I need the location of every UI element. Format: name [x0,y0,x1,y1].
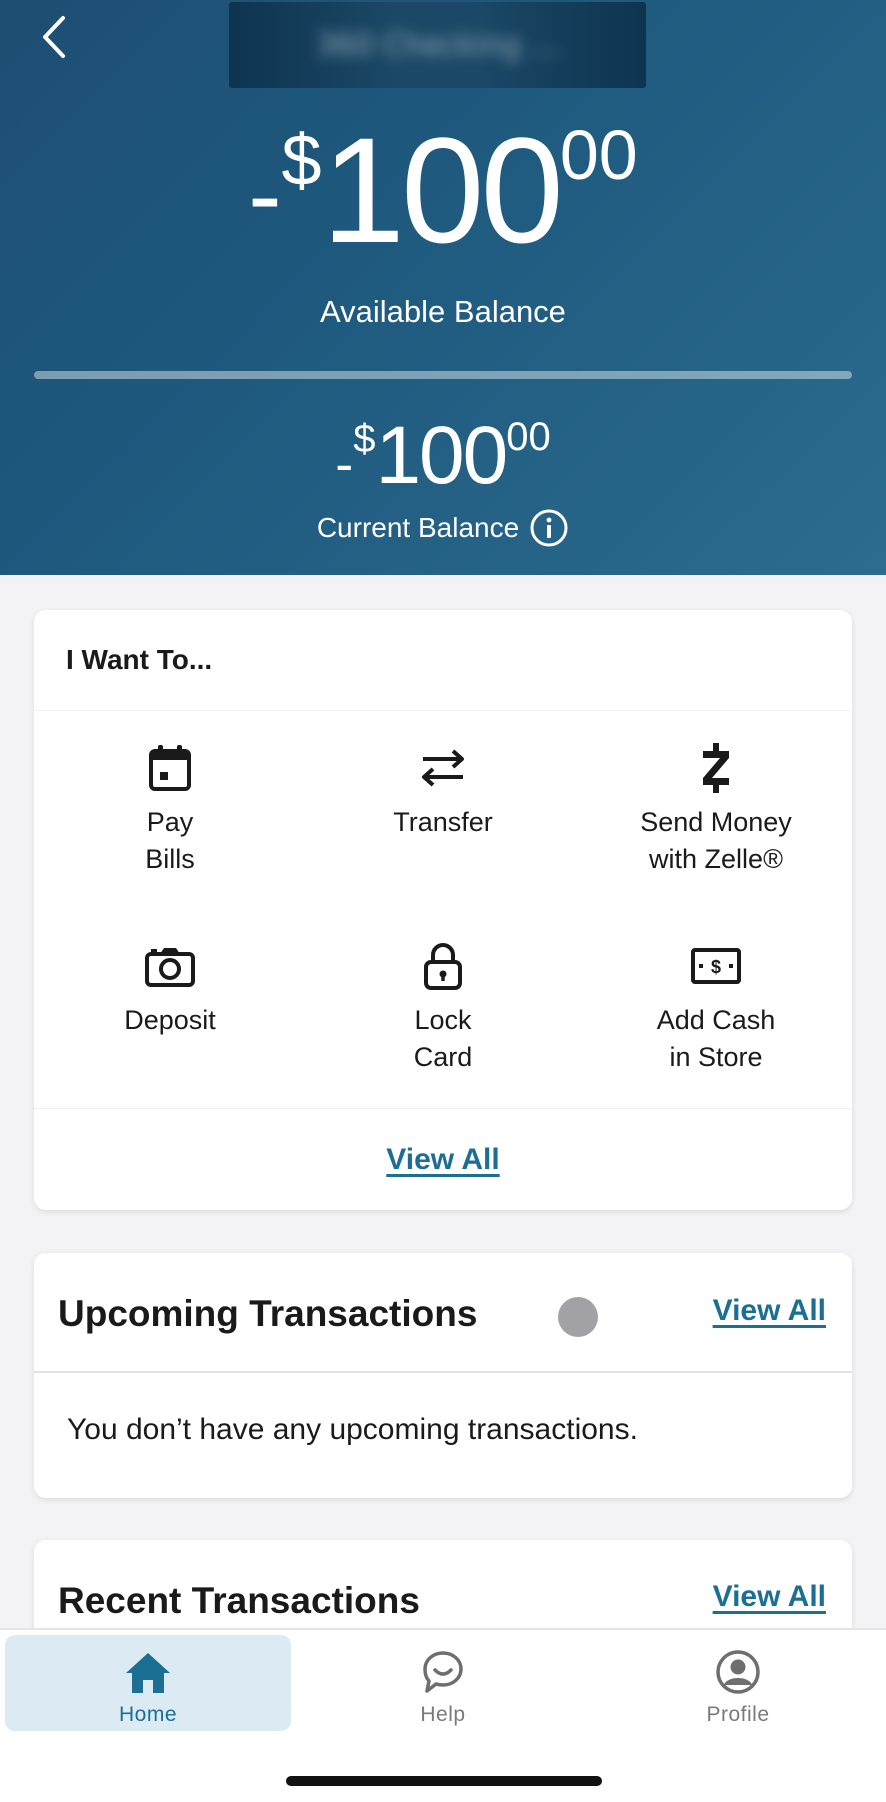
pay-bills-label: Pay Bills [145,807,195,874]
current-balance-row: Current Balance [0,508,886,548]
account-name: 360 Checking ... [315,27,560,63]
tab-home[interactable]: Home [5,1635,291,1731]
transfer-label: Transfer [393,807,493,837]
send-money-zelle-action[interactable]: Send Money with Zelle® [580,740,852,878]
i-want-to-card: I Want To... Pay Bills Transfer Send Mon… [34,610,852,1210]
camera-icon [145,948,195,987]
loading-indicator [558,1297,598,1337]
account-title-redacted: 360 Checking ... [229,2,646,88]
available-balance-label: Available Balance [320,294,566,329]
balance-header: 360 Checking ... -$10000 Available Balan… [0,0,886,575]
divider [34,1108,852,1109]
available-balance-amount: -$10000 [248,106,638,274]
view-all-recent-link[interactable]: View All [713,1580,826,1614]
upcoming-empty-message: You don’t have any upcoming transactions… [67,1413,638,1446]
info-icon[interactable] [529,508,569,548]
tab-profile-label: Profile [706,1703,770,1726]
profile-icon [716,1650,760,1694]
lock-card-label: Lock Card [413,1005,473,1072]
current-balance-amount: -$10000 [335,410,551,501]
tab-home-label: Home [118,1703,178,1726]
transfer-arrows-icon [422,749,464,787]
zelle-icon [703,743,729,793]
lock-icon [424,943,462,990]
divider [34,710,852,711]
add-cash-in-store-label: Add Cash in Store [656,1005,776,1072]
recent-transactions-title: Recent Transactions [58,1580,420,1621]
current-balance-label: Current Balance [316,512,520,543]
send-money-zelle-label: Send Money with Zelle® [640,807,792,874]
svg-text:$: $ [711,957,721,977]
lock-card-action[interactable]: Lock Card [307,938,579,1076]
view-all-actions-link[interactable]: View All [386,1143,499,1176]
cash-icon: $ [691,948,741,984]
chevron-left-icon [43,16,65,58]
upcoming-transactions-card: Upcoming Transactions View All You don’t… [34,1253,852,1498]
view-all-upcoming-link[interactable]: View All [713,1294,826,1328]
chat-bubble-icon [423,1651,463,1693]
tab-profile[interactable]: Profile [595,1635,881,1731]
tab-help[interactable]: Help [300,1635,586,1731]
divider [34,1371,852,1373]
upcoming-transactions-title: Upcoming Transactions [58,1293,478,1334]
home-icon [126,1653,170,1693]
add-cash-in-store-action[interactable]: $ Add Cash in Store [580,938,852,1076]
pay-bills-action[interactable]: Pay Bills [34,740,306,878]
home-indicator [286,1776,602,1786]
balance-divider [34,371,852,379]
back-button[interactable] [34,14,74,60]
deposit-action[interactable]: Deposit [34,938,306,1039]
calendar-icon [149,745,191,791]
transfer-action[interactable]: Transfer [307,740,579,841]
i-want-to-title: I Want To... [66,644,213,675]
deposit-label: Deposit [124,1005,216,1035]
tab-help-label: Help [420,1703,466,1726]
